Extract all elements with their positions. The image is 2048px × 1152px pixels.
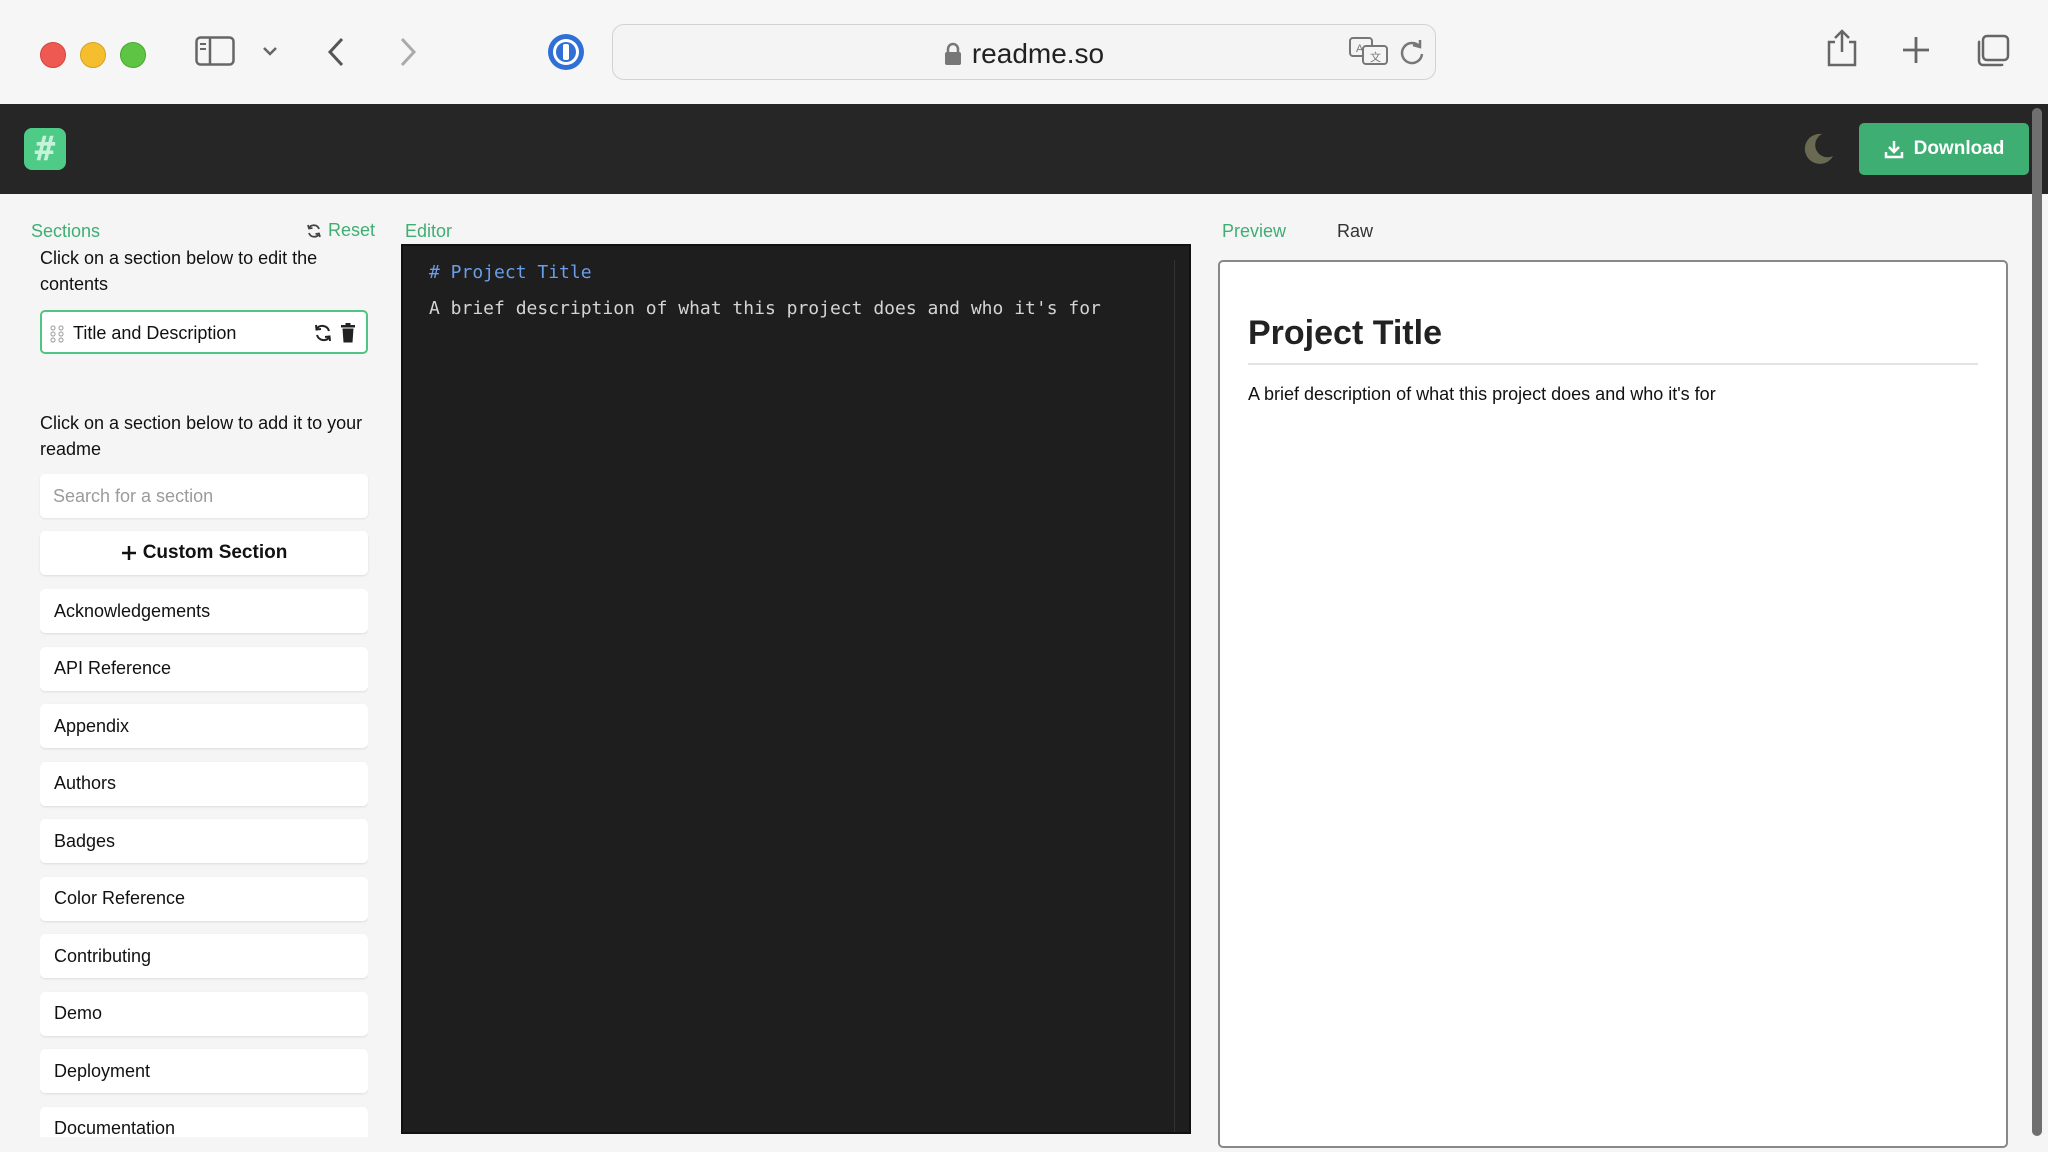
browser-toolbar: readme.so A 文 (0, 0, 2048, 105)
section-item-api-reference[interactable]: API Reference (40, 646, 368, 691)
new-tab-icon[interactable] (1902, 36, 1930, 64)
dark-mode-toggle-icon[interactable] (1800, 130, 1836, 166)
url-text[interactable]: readme.so (613, 38, 1435, 70)
markdown-editor[interactable]: # Project Title A brief description of w… (401, 244, 1191, 1134)
preview-paragraph: A brief description of what this project… (1248, 384, 1716, 404)
custom-section-label: Custom Section (142, 542, 288, 563)
svg-text:文: 文 (1370, 50, 1381, 64)
section-item-contributing[interactable]: Contributing (40, 934, 368, 978)
editor-scrollbar[interactable] (1174, 260, 1175, 1132)
lock-icon (944, 42, 961, 65)
section-item-appendix[interactable]: Appendix (40, 704, 368, 748)
tab-raw[interactable]: Raw (1337, 221, 1373, 242)
minimize-window-button[interactable] (80, 42, 106, 68)
section-item-color-reference[interactable]: Color Reference (40, 876, 368, 921)
active-section-label: Title and Description (73, 323, 237, 343)
page-scrollbar-thumb[interactable] (2032, 108, 2042, 1136)
translate-icon[interactable]: A 文 (1349, 37, 1389, 67)
editor-line-heading[interactable]: # Project Title (429, 262, 592, 283)
section-item-acknowledgements[interactable]: Acknowledgements (40, 589, 368, 633)
preview-heading: Project Title (1248, 314, 1442, 352)
download-icon (1884, 141, 1903, 159)
section-item-badges[interactable]: Badges (40, 819, 368, 863)
page-scrollbar[interactable] (2030, 104, 2044, 1152)
back-arrow-icon[interactable] (326, 36, 346, 68)
reset-button[interactable]: Reset (306, 220, 375, 241)
app-header: # Download (0, 104, 2048, 194)
reset-label: Reset (328, 220, 376, 240)
drag-handle-icon[interactable] (50, 325, 64, 343)
reset-section-icon[interactable] (313, 323, 333, 343)
share-icon[interactable] (1826, 28, 1858, 68)
chevron-down-icon[interactable] (262, 45, 278, 57)
sections-title: Sections (31, 221, 101, 241)
url-label: readme.so (971, 38, 1105, 69)
plus-icon (121, 546, 136, 560)
tab-overview-icon[interactable] (1974, 34, 2010, 68)
close-window-button[interactable] (40, 42, 66, 68)
readme-logo[interactable]: # (24, 128, 66, 170)
tab-preview[interactable]: Preview (1222, 221, 1286, 242)
section-item-authors[interactable]: Authors (40, 761, 368, 806)
reload-icon[interactable] (1399, 38, 1425, 66)
zoom-window-button[interactable] (120, 42, 146, 68)
forward-arrow-icon[interactable] (398, 36, 418, 68)
password-manager-icon[interactable] (546, 32, 586, 72)
address-bar[interactable]: readme.so A 文 (612, 24, 1436, 80)
active-section-item[interactable]: Title and Description (40, 310, 368, 354)
svg-text:A: A (1356, 43, 1364, 55)
add-sections-helper: Click on a section below to add it to yo… (40, 413, 363, 459)
edit-sections-helper: Click on a section below to edit the con… (40, 248, 318, 294)
section-search-input[interactable] (40, 474, 368, 518)
download-button[interactable]: Download (1859, 123, 2029, 175)
sidebar-toggle-icon[interactable] (195, 36, 235, 66)
download-label: Download (1913, 138, 2005, 159)
section-item-demo[interactable]: Demo (40, 991, 368, 1036)
heading-divider (1248, 363, 1978, 365)
section-item-documentation[interactable]: Documentation (40, 1106, 368, 1137)
editor-title: Editor (405, 221, 453, 241)
reset-icon (307, 223, 321, 238)
trash-icon[interactable] (340, 323, 356, 343)
logo-glyph: # (34, 129, 56, 169)
available-sections-list: Acknowledgements API Reference Appendix … (40, 589, 368, 1137)
section-item-deployment[interactable]: Deployment (40, 1049, 368, 1093)
editor-line-description[interactable]: A brief description of what this project… (429, 298, 1101, 319)
custom-section-button[interactable]: Custom Section (40, 531, 368, 575)
preview-panel: Project Title A brief description of wha… (1218, 260, 2008, 1148)
